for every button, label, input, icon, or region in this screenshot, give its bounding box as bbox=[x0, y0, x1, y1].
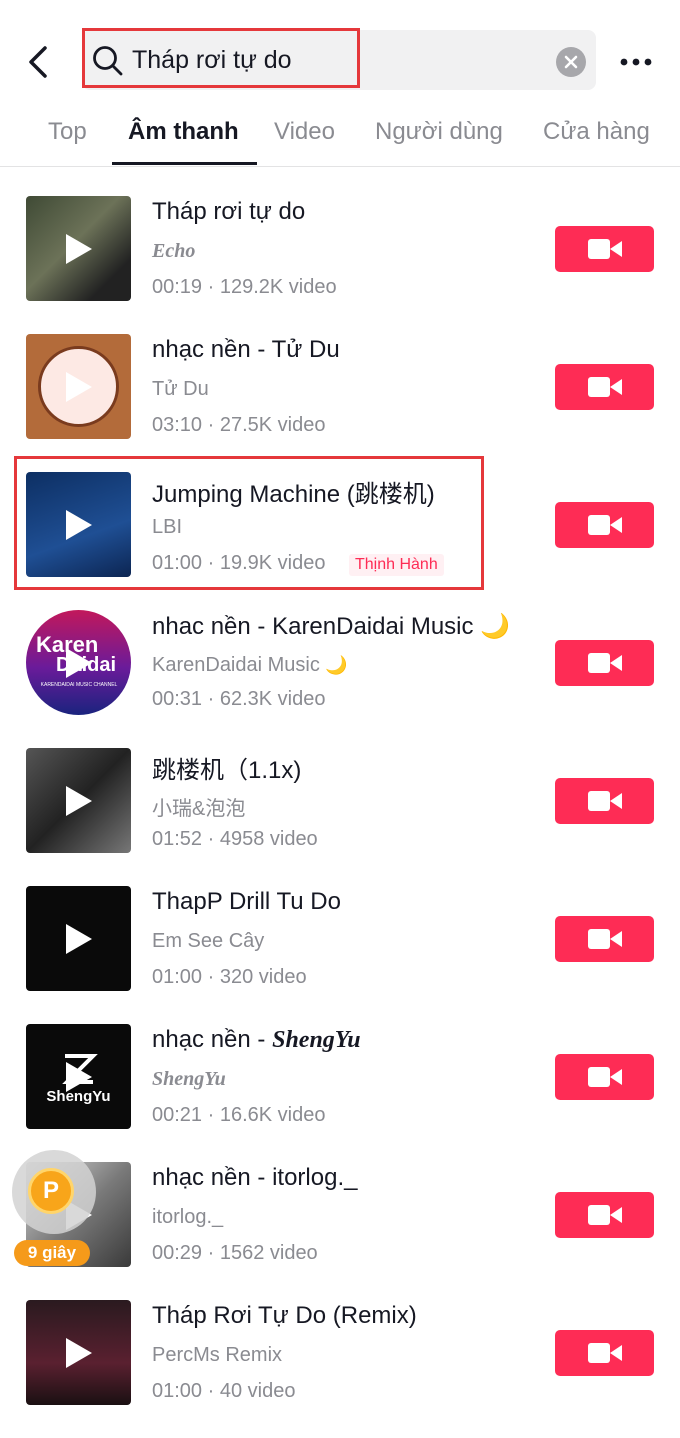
back-button[interactable] bbox=[18, 40, 58, 84]
sound-row[interactable]: 跳楼机（1.1x) 小瑞&泡泡 01:52 · 4958 video bbox=[0, 748, 680, 886]
use-sound-button[interactable] bbox=[555, 1192, 654, 1238]
video-camera-icon bbox=[587, 1343, 622, 1363]
video-camera-icon bbox=[587, 653, 622, 673]
sound-thumbnail[interactable]: ShengYu bbox=[26, 1024, 131, 1129]
moon-icon: 🌙 bbox=[480, 613, 511, 640]
top-bar: Tháp rơi tự do bbox=[0, 0, 680, 110]
sound-meta: 00:29 · 1562 video bbox=[152, 1242, 318, 1264]
coin-icon[interactable]: P bbox=[28, 1168, 74, 1214]
tab-users[interactable]: Người dùng bbox=[375, 118, 503, 146]
sound-meta: 00:19 · 129.2K video bbox=[152, 276, 337, 298]
sound-title[interactable]: Tháp rơi tự do bbox=[152, 198, 305, 226]
sound-row[interactable]: Tháp rơi tự do Echo 00:19 · 129.2K video bbox=[0, 196, 680, 334]
sound-title[interactable]: nhạc nền - itorlog._ bbox=[152, 1164, 357, 1192]
sound-row[interactable]: Karen Daidai KARENDAIDAI MUSIC CHANNEL n… bbox=[0, 610, 680, 748]
search-tabs: Top Âm thanh Video Người dùng Cửa hàng bbox=[0, 110, 680, 167]
sound-author[interactable]: 小瑞&泡泡 bbox=[152, 792, 245, 821]
video-camera-icon bbox=[587, 239, 622, 259]
sound-thumbnail[interactable] bbox=[26, 1300, 131, 1405]
play-icon[interactable] bbox=[26, 196, 131, 301]
row-highlight-box bbox=[14, 456, 484, 590]
sound-thumbnail[interactable]: Karen Daidai KARENDAIDAI MUSIC CHANNEL bbox=[26, 610, 131, 715]
sound-author[interactable]: KarenDaidai Music 🌙 bbox=[152, 654, 348, 677]
sound-meta: 01:00 · 320 video bbox=[152, 966, 307, 988]
tab-sounds[interactable]: Âm thanh bbox=[128, 118, 239, 146]
sound-thumbnail[interactable] bbox=[26, 886, 131, 991]
use-sound-button[interactable] bbox=[555, 226, 654, 272]
sound-row[interactable]: nhạc nền - itorlog._ itorlog._ 00:29 · 1… bbox=[0, 1162, 680, 1300]
play-icon[interactable] bbox=[26, 1024, 131, 1129]
play-icon[interactable] bbox=[26, 748, 131, 853]
video-camera-icon bbox=[587, 791, 622, 811]
back-arrow-icon bbox=[29, 46, 47, 78]
sound-author[interactable]: Tử Du bbox=[152, 378, 209, 401]
use-sound-button[interactable] bbox=[555, 1054, 654, 1100]
tab-top[interactable]: Top bbox=[48, 118, 87, 146]
sound-author[interactable]: ShengYu bbox=[152, 1068, 226, 1091]
sound-title[interactable]: nhạc nền - Tử Du bbox=[152, 336, 340, 364]
play-icon[interactable] bbox=[26, 1300, 131, 1405]
use-sound-button[interactable] bbox=[555, 778, 654, 824]
clear-search-button[interactable] bbox=[556, 47, 586, 77]
video-camera-icon bbox=[587, 1067, 622, 1087]
play-icon[interactable] bbox=[26, 610, 131, 715]
use-sound-button[interactable] bbox=[555, 640, 654, 686]
sound-meta: 01:52 · 4958 video bbox=[152, 828, 318, 850]
sound-thumbnail[interactable] bbox=[26, 196, 131, 301]
video-camera-icon bbox=[587, 929, 622, 949]
more-dots-icon bbox=[620, 58, 652, 66]
tab-video[interactable]: Video bbox=[274, 118, 335, 146]
sound-thumbnail[interactable] bbox=[26, 748, 131, 853]
sound-row[interactable]: Tháp Rơi Tự Do (Remix) PercMs Remix 01:0… bbox=[0, 1300, 680, 1438]
sound-meta: 03:10 · 27.5K video bbox=[152, 414, 326, 436]
video-camera-icon bbox=[587, 515, 622, 535]
sound-meta: 01:00 · 40 video bbox=[152, 1380, 296, 1402]
sound-meta: 00:21 · 16.6K video bbox=[152, 1104, 326, 1126]
video-camera-icon bbox=[587, 1205, 622, 1225]
sound-title[interactable]: nhac nền - KarenDaidai Music 🌙 bbox=[152, 612, 510, 641]
use-sound-button[interactable] bbox=[555, 364, 654, 410]
use-sound-button[interactable] bbox=[555, 916, 654, 962]
use-sound-button[interactable] bbox=[555, 1330, 654, 1376]
sound-author[interactable]: PercMs Remix bbox=[152, 1344, 282, 1367]
sound-row[interactable]: ShengYu nhạc nền - ShengYu ShengYu 00:21… bbox=[0, 1024, 680, 1162]
sound-title[interactable]: nhạc nền - ShengYu bbox=[152, 1026, 361, 1054]
sound-row[interactable]: ThapP Drill Tu Do Em See Cây 01:00 · 320… bbox=[0, 886, 680, 1024]
search-highlight-box bbox=[82, 28, 360, 88]
more-options-button[interactable] bbox=[616, 48, 656, 76]
sound-title[interactable]: Tháp Rơi Tự Do (Remix) bbox=[152, 1302, 417, 1330]
active-tab-indicator bbox=[112, 162, 257, 165]
play-icon[interactable] bbox=[26, 334, 131, 439]
sound-row[interactable]: nhạc nền - Tử Du Tử Du 03:10 · 27.5K vid… bbox=[0, 334, 680, 472]
play-icon[interactable] bbox=[26, 886, 131, 991]
sound-meta: 00:31 · 62.3K video bbox=[152, 688, 326, 710]
close-icon bbox=[564, 55, 578, 69]
reward-timer-badge: 9 giây bbox=[14, 1240, 90, 1266]
sound-author[interactable]: Echo bbox=[152, 240, 195, 263]
sound-author[interactable]: Em See Cây bbox=[152, 930, 264, 953]
sound-title[interactable]: ThapP Drill Tu Do bbox=[152, 888, 341, 916]
sound-author[interactable]: itorlog._ bbox=[152, 1206, 223, 1229]
tab-shop[interactable]: Cửa hàng bbox=[543, 118, 650, 146]
sound-title[interactable]: 跳楼机（1.1x) bbox=[152, 750, 301, 785]
use-sound-button[interactable] bbox=[555, 502, 654, 548]
video-camera-icon bbox=[587, 377, 622, 397]
sound-thumbnail[interactable] bbox=[26, 334, 131, 439]
moon-icon: 🌙 bbox=[325, 655, 348, 675]
